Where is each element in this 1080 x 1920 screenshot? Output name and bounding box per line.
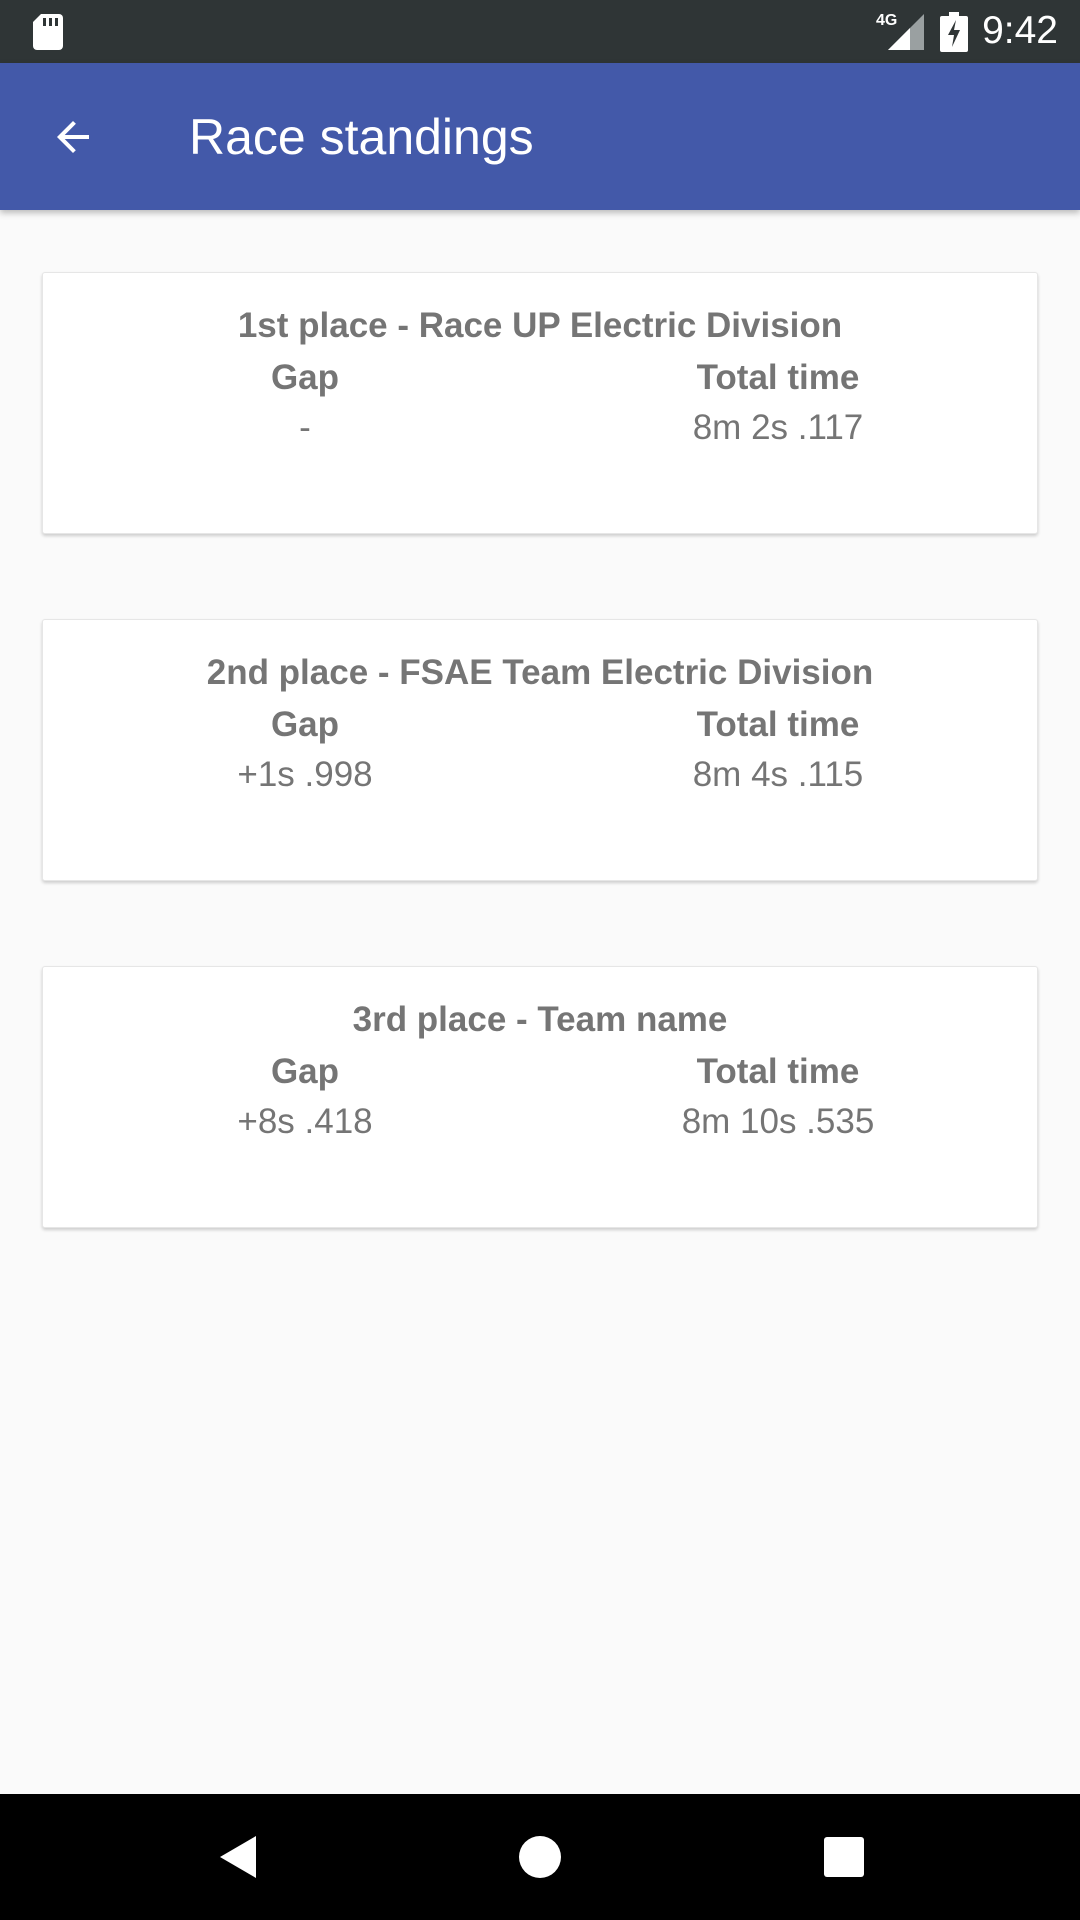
total-time-value: 8m 4s .115 <box>692 755 864 794</box>
signal-icon <box>888 14 924 50</box>
status-bar: 4G 9:42 <box>0 0 1080 63</box>
standing-title: 2nd place - FSAE Team Electric Division <box>206 653 874 692</box>
gap-column: Gap - <box>155 357 455 449</box>
total-time-column: Total time 8m 10s .535 <box>628 1051 928 1143</box>
standing-card-1[interactable]: 1st place - Race UP Electric Division Ga… <box>42 272 1038 534</box>
status-time: 9:42 <box>982 9 1058 52</box>
standing-card-2[interactable]: 2nd place - FSAE Team Electric Division … <box>42 619 1038 881</box>
total-time-label: Total time <box>696 358 860 397</box>
back-button[interactable] <box>32 104 114 170</box>
gap-label: Gap <box>270 1052 340 1091</box>
nav-home-button[interactable] <box>500 1824 580 1890</box>
nav-back-button[interactable] <box>198 1824 278 1890</box>
app-bar: Race standings <box>0 63 1080 210</box>
arrow-back-icon <box>57 121 89 153</box>
gap-value: - <box>299 408 311 447</box>
nav-recents-icon <box>824 1837 864 1877</box>
standing-title: 1st place - Race UP Electric Division <box>237 306 843 345</box>
gap-label: Gap <box>270 358 340 397</box>
navigation-bar <box>0 1794 1080 1920</box>
total-time-label: Total time <box>696 705 860 744</box>
gap-column: Gap +1s .998 <box>155 704 455 796</box>
nav-home-icon <box>519 1836 561 1878</box>
total-time-label: Total time <box>696 1052 860 1091</box>
standing-card-3[interactable]: 3rd place - Team name Gap +8s .418 Total… <box>42 966 1038 1228</box>
total-time-column: Total time 8m 2s .117 <box>628 357 928 449</box>
page-title: Race standings <box>189 109 534 165</box>
sd-card-icon <box>33 14 63 50</box>
total-time-value: 8m 2s .117 <box>692 408 864 447</box>
gap-column: Gap +8s .418 <box>155 1051 455 1143</box>
gap-value: +8s .418 <box>237 1102 373 1141</box>
nav-recents-button[interactable] <box>804 1824 884 1890</box>
gap-label: Gap <box>270 705 340 744</box>
total-time-column: Total time 8m 4s .115 <box>628 704 928 796</box>
nav-back-icon <box>220 1836 256 1878</box>
gap-value: +1s .998 <box>237 755 373 794</box>
total-time-value: 8m 10s .535 <box>681 1102 875 1141</box>
standing-title: 3rd place - Team name <box>352 1000 728 1039</box>
battery-charging-icon <box>940 12 968 52</box>
